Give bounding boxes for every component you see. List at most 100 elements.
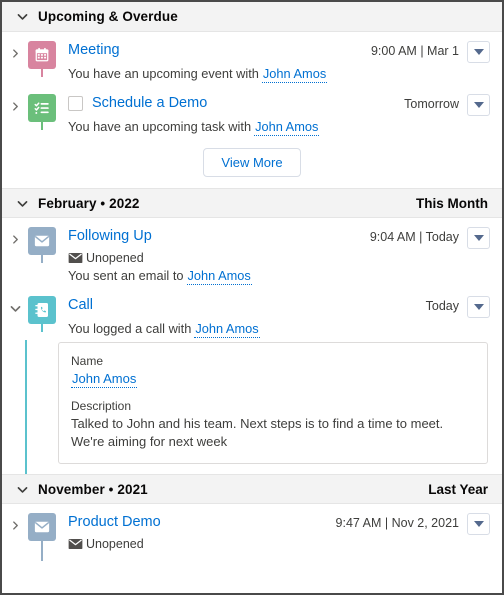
item-title-link[interactable]: Following Up: [68, 227, 152, 245]
icon-column: [26, 296, 58, 332]
envelope-icon: [68, 252, 83, 264]
row-actions-dropdown-button[interactable]: [467, 296, 490, 318]
item-description-text: You have an upcoming event with: [68, 66, 259, 81]
task-complete-checkbox[interactable]: [68, 96, 83, 111]
timeline-item-following-up[interactable]: Following Up 9:04 AM | Today Unopened Yo…: [2, 218, 502, 287]
related-contact-link[interactable]: John Amos: [194, 321, 260, 338]
icon-column: [26, 94, 58, 130]
item-timestamp: Tomorrow: [404, 97, 459, 111]
row-actions-dropdown-button[interactable]: [467, 513, 490, 535]
field-value: Talked to John and his team. Next steps …: [71, 416, 444, 449]
related-contact-link[interactable]: John Amos: [71, 371, 138, 388]
item-title-link[interactable]: Meeting: [68, 41, 120, 59]
item-body: Meeting 9:00 AM | Mar 1 You have an upco…: [58, 41, 490, 85]
related-contact-link[interactable]: John Amos: [261, 66, 328, 83]
chevron-right-icon[interactable]: [8, 233, 22, 246]
item-meta: 9:04 AM | Today: [360, 227, 490, 249]
item-timestamp: 9:00 AM | Mar 1: [370, 44, 459, 58]
timeline-scroll-region[interactable]: Upcoming & Overdue Meeting 9:00 AM | Mar…: [2, 2, 502, 593]
item-meta: 9:47 AM | Nov 2, 2021: [326, 513, 490, 535]
chevron-down-icon[interactable]: [8, 302, 22, 315]
timeline-item-product-demo[interactable]: Product Demo 9:47 AM | Nov 2, 2021 Unope…: [2, 504, 502, 561]
chevron-right-icon[interactable]: [8, 519, 22, 532]
item-description: You logged a call with John Amos: [68, 320, 490, 338]
row-actions-dropdown-button[interactable]: [467, 94, 490, 116]
item-title-row: Meeting 9:00 AM | Mar 1: [68, 41, 490, 63]
item-description-text: You sent an email to: [68, 268, 184, 283]
item-title-link[interactable]: Call: [68, 296, 93, 314]
chevron-down-icon: [473, 102, 484, 108]
item-meta: Tomorrow: [394, 94, 490, 116]
item-timestamp: Today: [425, 299, 459, 313]
calendar-icon: [28, 41, 56, 69]
section-title: February • 2022: [38, 195, 140, 211]
email-icon: [28, 227, 56, 255]
timeline-item-schedule-a-demo[interactable]: Schedule a Demo Tomorrow You have an upc…: [2, 85, 502, 138]
item-body: Schedule a Demo Tomorrow You have an upc…: [58, 94, 490, 138]
field-label: Name: [71, 354, 104, 368]
section-header-upcoming-overdue[interactable]: Upcoming & Overdue: [2, 2, 502, 32]
section-header-november-2021[interactable]: November • 2021 Last Year: [2, 474, 502, 504]
chevron-right-icon[interactable]: [8, 100, 22, 113]
timeline-connector: [41, 69, 43, 77]
timeline-connector: [41, 541, 43, 561]
related-contact-link[interactable]: John Amos: [186, 268, 252, 285]
item-body: Product Demo 9:47 AM | Nov 2, 2021 Unope…: [58, 513, 490, 553]
timeline-item-call[interactable]: Call Today You logged a call with John Am…: [2, 287, 502, 340]
row-actions-dropdown-button[interactable]: [467, 41, 490, 63]
section-title: Upcoming & Overdue: [38, 9, 178, 24]
email-icon: [28, 513, 56, 541]
chevron-down-icon: [473, 521, 484, 527]
item-title-row: Call Today: [68, 296, 490, 318]
email-status-text: Unopened: [86, 251, 144, 265]
item-title-link[interactable]: Schedule a Demo: [92, 94, 207, 112]
detail-rail: [2, 340, 58, 474]
item-title-row: Schedule a Demo Tomorrow: [68, 94, 490, 116]
envelope-icon: [68, 538, 83, 550]
field-label: Description: [71, 399, 132, 413]
chevron-down-icon: [473, 304, 484, 310]
item-timestamp: 9:47 AM | Nov 2, 2021: [335, 516, 459, 530]
item-body: Following Up 9:04 AM | Today Unopened Yo…: [58, 227, 490, 287]
field-value: John Amos: [71, 370, 475, 388]
timeline-connector: [41, 324, 43, 332]
section-items-february-2022: Following Up 9:04 AM | Today Unopened Yo…: [2, 218, 502, 474]
timeline-item-meeting[interactable]: Meeting 9:00 AM | Mar 1 You have an upco…: [2, 32, 502, 85]
chevron-right-icon[interactable]: [8, 47, 22, 60]
item-title-row: Following Up 9:04 AM | Today: [68, 227, 490, 249]
chevron-down-icon[interactable]: [14, 9, 30, 25]
call-detail-card: Name John Amos Description Talked to Joh…: [58, 342, 488, 464]
chevron-down-icon[interactable]: [14, 481, 30, 497]
row-actions-dropdown-button[interactable]: [467, 227, 490, 249]
activity-timeline-panel: Upcoming & Overdue Meeting 9:00 AM | Mar…: [0, 0, 504, 595]
view-more-button[interactable]: View More: [203, 148, 301, 177]
item-meta: Today: [416, 296, 490, 318]
field-name: Name John Amos: [71, 353, 475, 388]
item-description: You sent an email to John Amos: [68, 267, 490, 285]
chevron-down-icon: [473, 235, 484, 241]
section-header-february-2022[interactable]: February • 2022 This Month: [2, 188, 502, 218]
task-checklist-icon: [28, 94, 56, 122]
item-body: Call Today You logged a call with John Am…: [58, 296, 490, 340]
item-description: You have an upcoming event with John Amos: [68, 65, 490, 83]
call-detail-row: Name John Amos Description Talked to Joh…: [2, 340, 502, 474]
icon-column: [26, 513, 58, 561]
related-contact-link[interactable]: John Amos: [254, 119, 320, 136]
view-more-container: View More: [2, 138, 502, 188]
email-status: Unopened: [68, 537, 490, 551]
chevron-down-icon[interactable]: [14, 195, 30, 211]
timeline-connector: [41, 255, 43, 263]
email-status-text: Unopened: [86, 537, 144, 551]
icon-column: [26, 41, 58, 77]
item-title-link[interactable]: Product Demo: [68, 513, 161, 531]
icon-column: [26, 227, 58, 263]
section-items-upcoming-overdue: Meeting 9:00 AM | Mar 1 You have an upco…: [2, 32, 502, 188]
item-description-text: You have an upcoming task with: [68, 119, 252, 134]
item-meta: 9:00 AM | Mar 1: [361, 41, 490, 63]
section-items-november-2021: Product Demo 9:47 AM | Nov 2, 2021 Unope…: [2, 504, 502, 561]
item-title-row: Product Demo 9:47 AM | Nov 2, 2021: [68, 513, 490, 535]
timeline-connector: [25, 340, 27, 474]
section-title: November • 2021: [38, 481, 148, 497]
item-description: You have an upcoming task with John Amos: [68, 118, 490, 136]
section-right-label: This Month: [416, 195, 488, 211]
